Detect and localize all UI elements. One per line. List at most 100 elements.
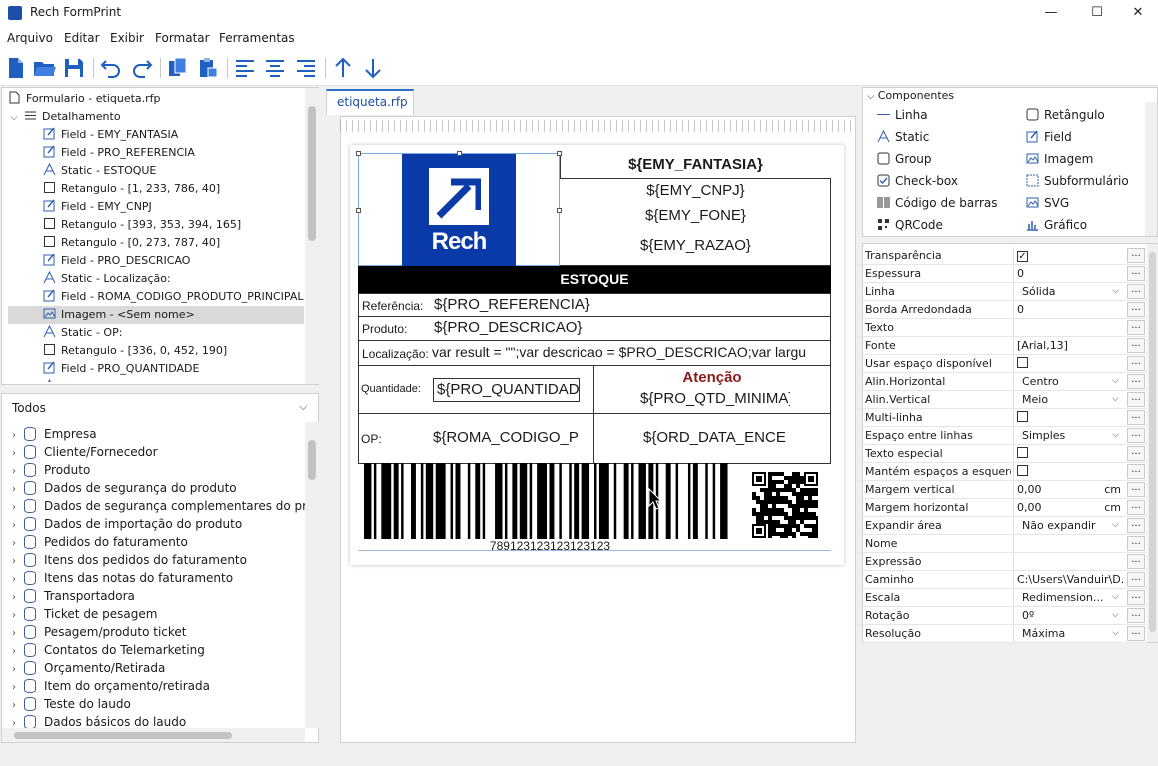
property-ellipsis-button[interactable]: ... — [1127, 518, 1145, 533]
property-row[interactable]: Texto especial... — [863, 445, 1147, 463]
field-pro-quantidade[interactable]: ${PRO_QUANTIDADE} — [433, 378, 580, 402]
datasource-item[interactable]: › Dados de segurança do produto — [8, 479, 237, 497]
components-header[interactable]: ⌵ Componentes — [867, 89, 954, 102]
tree-scrollbar[interactable] — [305, 88, 319, 384]
chevron-down-icon[interactable]: ⌵ — [1112, 427, 1119, 444]
component-gr-fico[interactable]: Gráfico — [1026, 215, 1087, 235]
static-produto[interactable]: Produto: — [362, 322, 407, 336]
property-input[interactable]: 0 — [1013, 265, 1125, 282]
property-checkbox[interactable] — [1013, 409, 1125, 426]
checkbox-icon[interactable] — [1017, 411, 1028, 422]
chevron-down-icon[interactable]: ⌵ — [1112, 391, 1119, 408]
property-row[interactable]: Texto... — [863, 319, 1147, 337]
component-linha[interactable]: Linha — [877, 105, 928, 125]
new-file-icon[interactable] — [4, 56, 28, 80]
component-svg[interactable]: SVG — [1026, 193, 1069, 213]
component-static[interactable]: Static — [877, 127, 929, 147]
property-ellipsis-button[interactable]: ... — [1127, 626, 1145, 641]
align-center-icon[interactable] — [263, 56, 287, 80]
checkbox-icon[interactable]: ✓ — [1017, 251, 1028, 262]
property-row[interactable]: Espessura 0... — [863, 265, 1147, 283]
chevron-right-icon[interactable]: › — [8, 715, 20, 729]
property-row[interactable]: Alin.Horizontal Centro ⌵... — [863, 373, 1147, 391]
property-input[interactable]: [Arial,13] — [1013, 337, 1125, 354]
datasource-item[interactable]: › Orçamento/Retirada — [8, 659, 165, 677]
property-row[interactable]: Expressão... — [863, 553, 1147, 571]
datasource-hscroll[interactable] — [2, 728, 305, 742]
properties-scrollbar-thumb[interactable] — [1149, 252, 1156, 632]
datasource-item[interactable]: › Dados básicos do laudo — [8, 713, 186, 729]
chevron-down-icon[interactable]: ⌵ — [1112, 607, 1119, 624]
datasource-item[interactable]: › Itens dos pedidos do faturamento — [8, 551, 247, 569]
datasource-vscroll-thumb[interactable] — [308, 440, 316, 480]
tree-item[interactable]: Field - ROMA_CODIGO_PRODUTO_PRINCIPAL — [8, 288, 304, 306]
property-ellipsis-button[interactable]: ... — [1127, 482, 1145, 497]
property-ellipsis-button[interactable]: ... — [1127, 590, 1145, 605]
datasource-item[interactable]: › Item do orçamento/retirada — [8, 677, 210, 695]
align-right-icon[interactable] — [294, 56, 318, 80]
tab-etiqueta[interactable]: etiqueta.rfp — [326, 89, 414, 115]
property-ellipsis-button[interactable]: ... — [1127, 572, 1145, 587]
field-pro-referencia[interactable]: ${PRO_REFERENCIA} — [434, 296, 694, 313]
field-emy-razao[interactable]: ${EMY_RAZAO} — [560, 237, 831, 254]
resize-handle[interactable] — [356, 151, 361, 156]
property-ellipsis-button[interactable]: ... — [1127, 320, 1145, 335]
field-pro-descricao[interactable]: ${PRO_DESCRICAO} — [434, 319, 754, 336]
move-down-icon[interactable] — [361, 56, 385, 80]
component-subformul-rio[interactable]: Subformulário — [1026, 171, 1129, 191]
field-roma-codigo[interactable]: ${ROMA_CODIGO_P — [433, 429, 580, 446]
property-row[interactable]: Usar espaço disponível... — [863, 355, 1147, 373]
tree-item[interactable]: Field - PRO_DESCRICAO — [8, 252, 304, 270]
tree-scrollbar-thumb[interactable] — [308, 106, 316, 241]
chevron-down-icon[interactable]: ⌵ — [1112, 625, 1119, 642]
component-group[interactable]: Group — [877, 149, 932, 169]
static-atencao[interactable]: Atenção — [593, 369, 831, 386]
field-emy-fantasia[interactable]: ${EMY_FANTASIA} — [560, 156, 831, 173]
static-estoque[interactable]: ESTOQUE — [358, 266, 831, 293]
chevron-down-icon[interactable]: ⌵ — [299, 400, 307, 414]
property-input[interactable] — [1013, 319, 1125, 336]
menu-arquivo[interactable]: Arquivo — [7, 31, 53, 45]
datasource-item[interactable]: › Empresa — [8, 425, 97, 443]
property-ellipsis-button[interactable]: ... — [1127, 428, 1145, 443]
datasource-item[interactable]: › Dados de segurança complementares do pr… — [8, 497, 305, 515]
property-input[interactable]: 0 — [1013, 301, 1125, 318]
property-input[interactable]: 0,00 cm — [1013, 481, 1125, 498]
property-row[interactable]: Fonte [Arial,13]... — [863, 337, 1147, 355]
field-pro-qtd-minima[interactable]: ${PRO_QTD_MINIMA} — [640, 390, 790, 407]
minimize-button[interactable]: — — [1028, 0, 1074, 26]
property-dropdown[interactable]: Sólida ⌵ — [1013, 283, 1125, 300]
close-button[interactable]: ✕ — [1118, 0, 1158, 26]
property-ellipsis-button[interactable]: ... — [1127, 554, 1145, 569]
tree-item[interactable]: Retangulo - [336, 0, 452, 190] — [8, 342, 304, 360]
property-ellipsis-button[interactable]: ... — [1127, 266, 1145, 281]
tree-item[interactable]: Field - PRO_QUANTIDADE — [8, 360, 304, 378]
property-input[interactable] — [1013, 535, 1125, 552]
undo-icon[interactable] — [99, 56, 123, 80]
property-row[interactable]: Margem horizontal 0,00 cm... — [863, 499, 1147, 517]
save-icon[interactable] — [62, 56, 86, 80]
property-row[interactable]: Multi-linha... — [863, 409, 1147, 427]
tree-item[interactable]: Static - Atenção — [8, 378, 304, 382]
datasource-item[interactable]: › Dados de importação do produto — [8, 515, 242, 533]
menu-editar[interactable]: Editar — [64, 31, 100, 45]
property-ellipsis-button[interactable]: ... — [1127, 284, 1145, 299]
datasource-hscroll-thumb[interactable] — [14, 732, 232, 739]
datasource-item[interactable]: › Pesagem/produto ticket — [8, 623, 187, 641]
chevron-down-icon[interactable]: ⌵ — [1112, 283, 1119, 300]
component-qrcode[interactable]: QRCode — [877, 215, 943, 235]
property-row[interactable]: Resolução Máxima ⌵... — [863, 625, 1147, 643]
property-row[interactable]: Espaço entre linhas Simples ⌵... — [863, 427, 1147, 445]
datasource-item[interactable]: › Transportadora — [8, 587, 135, 605]
static-quantidade[interactable]: Quantidade: — [361, 383, 421, 395]
chevron-down-icon[interactable]: ⌵ — [1112, 373, 1119, 390]
tree-item[interactable]: Field - EMY_CNPJ — [8, 198, 304, 216]
tree-section-detalhamento[interactable]: ⌵ Detalhamento — [8, 108, 120, 126]
property-ellipsis-button[interactable]: ... — [1127, 338, 1145, 353]
property-ellipsis-button[interactable]: ... — [1127, 536, 1145, 551]
property-row[interactable]: Nome... — [863, 535, 1147, 553]
menu-formatar[interactable]: Formatar — [155, 31, 210, 45]
property-dropdown[interactable]: Meio ⌵ — [1013, 391, 1125, 408]
checkbox-icon[interactable] — [1017, 447, 1028, 458]
component-imagem[interactable]: Imagem — [1026, 149, 1093, 169]
